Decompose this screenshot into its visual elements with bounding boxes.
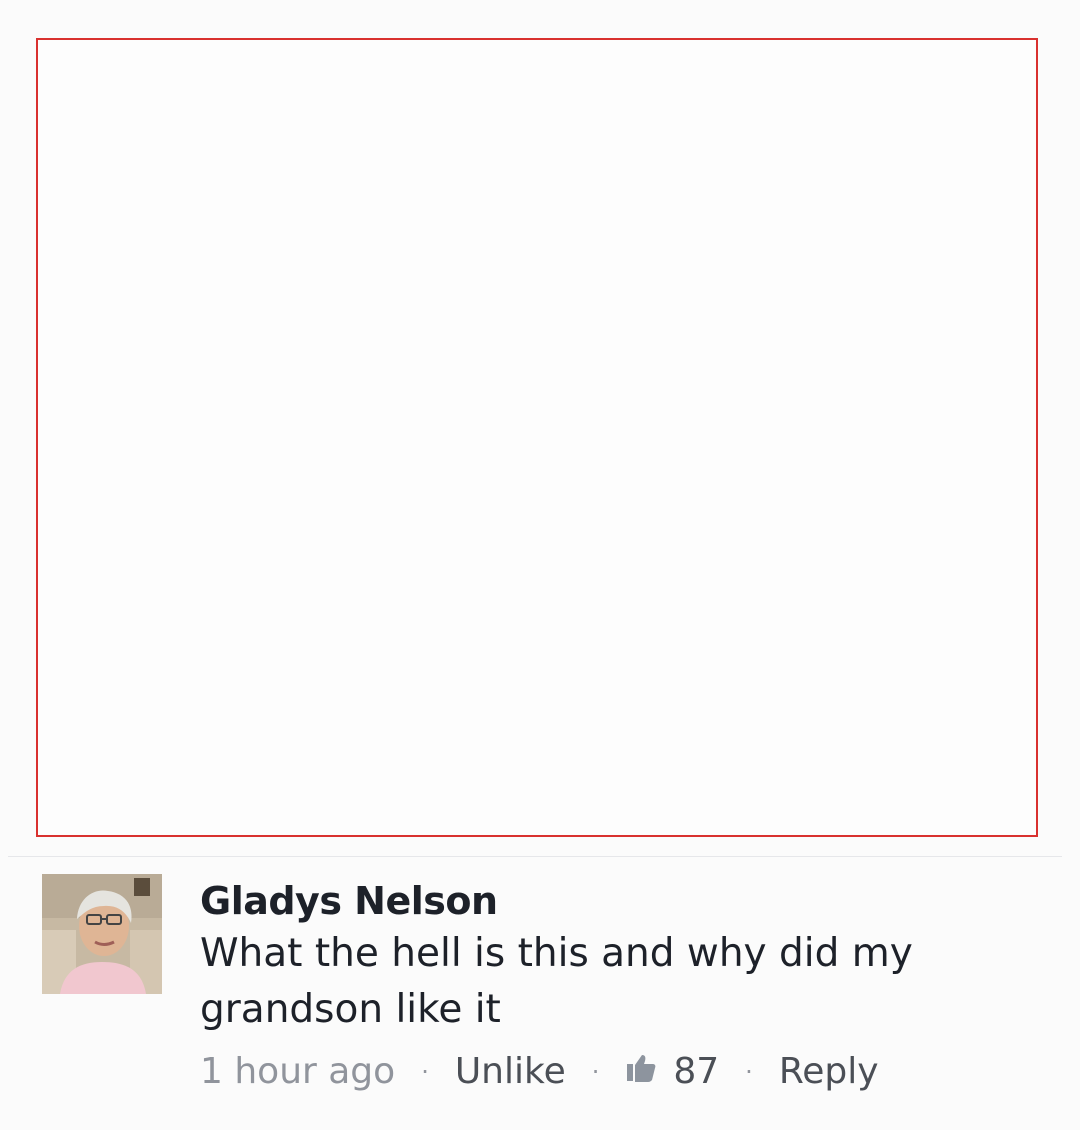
comment-body: Gladys Nelson What the hell is this and … bbox=[200, 878, 1020, 1096]
thumbs-up-icon bbox=[625, 1048, 673, 1096]
divider bbox=[8, 856, 1062, 857]
avatar[interactable] bbox=[42, 874, 162, 994]
post-image[interactable] bbox=[36, 38, 1038, 837]
unlike-link[interactable]: Unlike bbox=[455, 1048, 566, 1096]
reply-link[interactable]: Reply bbox=[779, 1048, 879, 1096]
separator-dot: · bbox=[591, 1058, 600, 1086]
like-count-value: 87 bbox=[673, 1051, 720, 1092]
separator-dot: · bbox=[745, 1058, 753, 1086]
comment: Gladys Nelson What the hell is this and … bbox=[42, 874, 1042, 1114]
comment-text: What the hell is this and why did my gra… bbox=[200, 931, 913, 1032]
author-name[interactable]: Gladys Nelson bbox=[200, 878, 1020, 924]
timestamp[interactable]: 1 hour ago bbox=[200, 1048, 395, 1096]
comment-meta: 1 hour ago · Unlike · 87 · Reply bbox=[200, 1048, 1020, 1096]
comment-screen: Gladys Nelson What the hell is this and … bbox=[0, 0, 1080, 1130]
separator-dot: · bbox=[421, 1058, 429, 1086]
like-count[interactable]: 87 bbox=[625, 1048, 719, 1096]
